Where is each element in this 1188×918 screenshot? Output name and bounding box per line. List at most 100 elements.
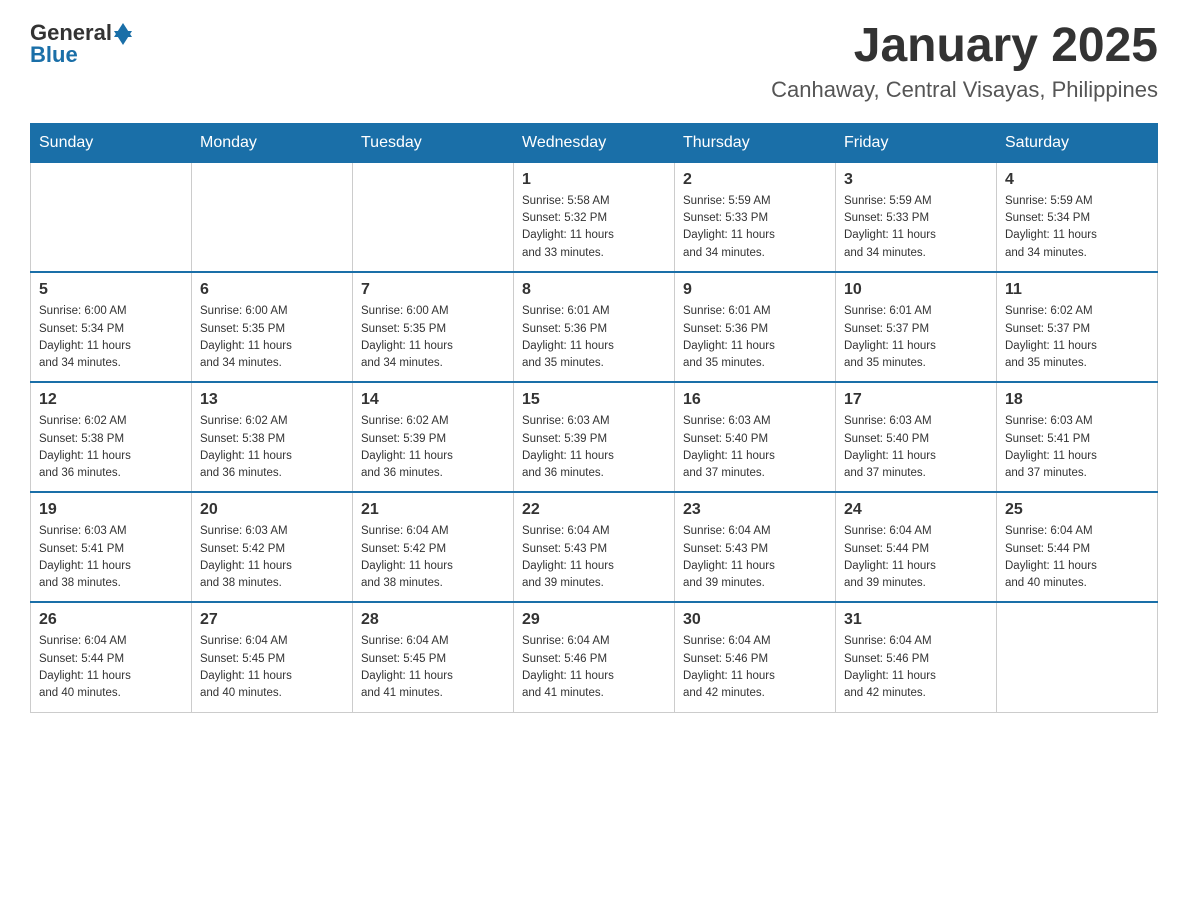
day-number: 2 [683, 171, 827, 189]
day-number: 17 [844, 391, 988, 409]
day-number: 15 [522, 391, 666, 409]
calendar-cell: 11Sunrise: 6:02 AM Sunset: 5:37 PM Dayli… [997, 272, 1158, 382]
day-number: 20 [200, 501, 344, 519]
day-info: Sunrise: 6:04 AM Sunset: 5:45 PM Dayligh… [200, 633, 344, 702]
calendar-cell: 3 Sunrise: 5:59 AM Sunset: 5:33 PM Daylig… [836, 162, 997, 272]
day-number: 28 [361, 611, 505, 629]
calendar-cell: 16 Sunrise: 6:03 AM Sunset: 5:40 PM Dayli… [675, 382, 836, 492]
calendar-cell: 9 Sunrise: 6:01 AM Sunset: 5:36 PM Daylig… [675, 272, 836, 382]
calendar-cell: 4 Sunrise: 5:59 AM Sunset: 5:34 PM Daylig… [997, 162, 1158, 272]
day-info: Sunrise: 6:02 AM Sunset: 5:38 PM Dayligh… [200, 413, 344, 482]
month-title: January 2025 [771, 20, 1158, 73]
calendar-header-friday: Friday [836, 123, 997, 162]
page-header: General Blue January 2025 Canhaway, Cent… [30, 20, 1158, 103]
calendar-header-wednesday: Wednesday [514, 123, 675, 162]
day-number: 4 [1005, 171, 1149, 189]
day-info: Sunrise: 6:01 AM Sunset: 5:36 PM Dayligh… [522, 303, 666, 372]
day-number: 9 [683, 281, 827, 299]
calendar-week-row: 1 Sunrise: 5:58 AM Sunset: 5:32 PM Daylig… [31, 162, 1158, 272]
day-number: 30 [683, 611, 827, 629]
calendar-cell: 25Sunrise: 6:04 AM Sunset: 5:44 PM Dayli… [997, 492, 1158, 602]
day-number: 7 [361, 281, 505, 299]
day-number: 5 [39, 281, 183, 299]
calendar-cell: 1 Sunrise: 5:58 AM Sunset: 5:32 PM Daylig… [514, 162, 675, 272]
day-info: Sunrise: 6:04 AM Sunset: 5:44 PM Dayligh… [844, 523, 988, 592]
day-info: Sunrise: 5:59 AM Sunset: 5:33 PM Dayligh… [844, 193, 988, 262]
day-info: Sunrise: 6:04 AM Sunset: 5:42 PM Dayligh… [361, 523, 505, 592]
day-info: Sunrise: 6:04 AM Sunset: 5:44 PM Dayligh… [39, 633, 183, 702]
calendar-cell [31, 162, 192, 272]
logo: General Blue [30, 20, 132, 68]
calendar-header-row: SundayMondayTuesdayWednesdayThursdayFrid… [31, 123, 1158, 162]
day-number: 24 [844, 501, 988, 519]
day-number: 18 [1005, 391, 1149, 409]
day-info: Sunrise: 6:00 AM Sunset: 5:35 PM Dayligh… [361, 303, 505, 372]
day-info: Sunrise: 5:58 AM Sunset: 5:32 PM Dayligh… [522, 193, 666, 262]
calendar-cell: 21 Sunrise: 6:04 AM Sunset: 5:42 PM Dayli… [353, 492, 514, 602]
day-info: Sunrise: 6:03 AM Sunset: 5:39 PM Dayligh… [522, 413, 666, 482]
calendar-cell: 19 Sunrise: 6:03 AM Sunset: 5:41 PM Dayli… [31, 492, 192, 602]
day-info: Sunrise: 6:03 AM Sunset: 5:40 PM Dayligh… [844, 413, 988, 482]
day-info: Sunrise: 6:03 AM Sunset: 5:41 PM Dayligh… [39, 523, 183, 592]
day-info: Sunrise: 6:04 AM Sunset: 5:46 PM Dayligh… [522, 633, 666, 702]
calendar-cell: 20 Sunrise: 6:03 AM Sunset: 5:42 PM Dayli… [192, 492, 353, 602]
calendar-cell [192, 162, 353, 272]
calendar-cell: 30Sunrise: 6:04 AM Sunset: 5:46 PM Dayli… [675, 602, 836, 712]
day-info: Sunrise: 6:02 AM Sunset: 5:37 PM Dayligh… [1005, 303, 1149, 372]
day-info: Sunrise: 6:01 AM Sunset: 5:36 PM Dayligh… [683, 303, 827, 372]
day-info: Sunrise: 6:03 AM Sunset: 5:42 PM Dayligh… [200, 523, 344, 592]
calendar-header-sunday: Sunday [31, 123, 192, 162]
day-info: Sunrise: 6:03 AM Sunset: 5:41 PM Dayligh… [1005, 413, 1149, 482]
calendar-cell: 6 Sunrise: 6:00 AM Sunset: 5:35 PM Daylig… [192, 272, 353, 382]
day-number: 23 [683, 501, 827, 519]
day-info: Sunrise: 6:04 AM Sunset: 5:43 PM Dayligh… [522, 523, 666, 592]
calendar-table: SundayMondayTuesdayWednesdayThursdayFrid… [30, 123, 1158, 713]
day-number: 22 [522, 501, 666, 519]
calendar-cell: 18 Sunrise: 6:03 AM Sunset: 5:41 PM Dayli… [997, 382, 1158, 492]
calendar-cell: 17 Sunrise: 6:03 AM Sunset: 5:40 PM Dayli… [836, 382, 997, 492]
calendar-cell: 7 Sunrise: 6:00 AM Sunset: 5:35 PM Daylig… [353, 272, 514, 382]
day-number: 1 [522, 171, 666, 189]
day-info: Sunrise: 6:04 AM Sunset: 5:43 PM Dayligh… [683, 523, 827, 592]
calendar-cell: 26 Sunrise: 6:04 AM Sunset: 5:44 PM Dayli… [31, 602, 192, 712]
day-info: Sunrise: 6:00 AM Sunset: 5:34 PM Dayligh… [39, 303, 183, 372]
calendar-header-monday: Monday [192, 123, 353, 162]
day-number: 3 [844, 171, 988, 189]
day-info: Sunrise: 5:59 AM Sunset: 5:33 PM Dayligh… [683, 193, 827, 262]
day-info: Sunrise: 6:04 AM Sunset: 5:45 PM Dayligh… [361, 633, 505, 702]
day-number: 26 [39, 611, 183, 629]
day-number: 31 [844, 611, 988, 629]
day-number: 10 [844, 281, 988, 299]
calendar-cell: 15 Sunrise: 6:03 AM Sunset: 5:39 PM Dayli… [514, 382, 675, 492]
day-info: Sunrise: 6:02 AM Sunset: 5:39 PM Dayligh… [361, 413, 505, 482]
calendar-week-row: 19 Sunrise: 6:03 AM Sunset: 5:41 PM Dayli… [31, 492, 1158, 602]
day-info: Sunrise: 6:00 AM Sunset: 5:35 PM Dayligh… [200, 303, 344, 372]
day-number: 27 [200, 611, 344, 629]
title-section: January 2025 Canhaway, Central Visayas, … [771, 20, 1158, 103]
day-number: 6 [200, 281, 344, 299]
day-info: Sunrise: 6:03 AM Sunset: 5:40 PM Dayligh… [683, 413, 827, 482]
calendar-week-row: 26 Sunrise: 6:04 AM Sunset: 5:44 PM Dayli… [31, 602, 1158, 712]
calendar-cell [997, 602, 1158, 712]
day-number: 12 [39, 391, 183, 409]
calendar-cell: 24 Sunrise: 6:04 AM Sunset: 5:44 PM Dayli… [836, 492, 997, 602]
location-title: Canhaway, Central Visayas, Philippines [771, 77, 1158, 103]
calendar-header-saturday: Saturday [997, 123, 1158, 162]
calendar-week-row: 5 Sunrise: 6:00 AM Sunset: 5:34 PM Daylig… [31, 272, 1158, 382]
day-number: 16 [683, 391, 827, 409]
calendar-cell: 23 Sunrise: 6:04 AM Sunset: 5:43 PM Dayli… [675, 492, 836, 602]
calendar-cell: 22 Sunrise: 6:04 AM Sunset: 5:43 PM Dayli… [514, 492, 675, 602]
day-number: 19 [39, 501, 183, 519]
day-info: Sunrise: 5:59 AM Sunset: 5:34 PM Dayligh… [1005, 193, 1149, 262]
calendar-header-tuesday: Tuesday [353, 123, 514, 162]
calendar-cell: 31Sunrise: 6:04 AM Sunset: 5:46 PM Dayli… [836, 602, 997, 712]
logo-triangle-bottom [114, 31, 132, 45]
calendar-header-thursday: Thursday [675, 123, 836, 162]
calendar-cell: 12Sunrise: 6:02 AM Sunset: 5:38 PM Dayli… [31, 382, 192, 492]
logo-blue-text: Blue [30, 42, 78, 68]
calendar-cell [353, 162, 514, 272]
day-number: 13 [200, 391, 344, 409]
day-number: 21 [361, 501, 505, 519]
calendar-cell: 2 Sunrise: 5:59 AM Sunset: 5:33 PM Daylig… [675, 162, 836, 272]
calendar-cell: 5 Sunrise: 6:00 AM Sunset: 5:34 PM Daylig… [31, 272, 192, 382]
